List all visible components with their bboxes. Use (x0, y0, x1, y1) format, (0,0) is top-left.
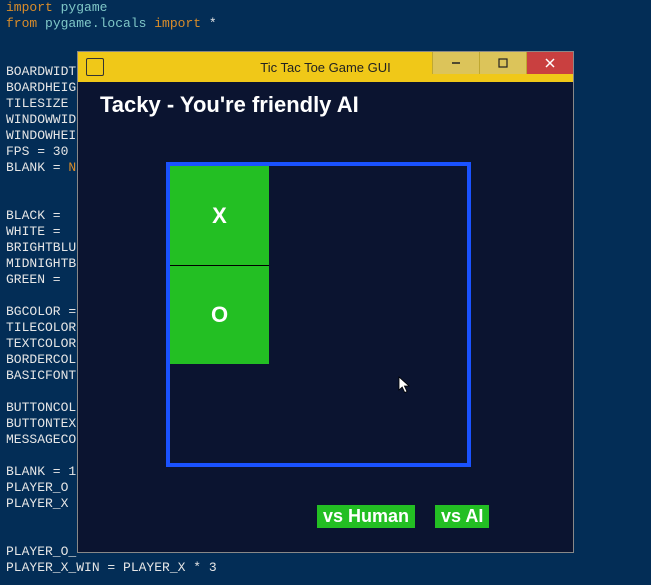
board-cell-1-0[interactable]: O (170, 265, 269, 364)
board-cell-0-1[interactable] (269, 166, 368, 265)
board-cell-1-2[interactable] (368, 265, 467, 364)
game-canvas: Tacky - You're friendly AI X O vs Human … (78, 82, 573, 552)
cell-mark: X (212, 203, 227, 229)
minimize-icon (451, 58, 461, 68)
game-board: X O (166, 162, 471, 467)
maximize-button[interactable] (479, 52, 526, 74)
window-controls (432, 52, 573, 74)
board-divider (170, 265, 269, 266)
cell-mark: O (211, 302, 228, 328)
board-cell-1-1[interactable] (269, 265, 368, 364)
board-cell-0-0[interactable]: X (170, 166, 269, 265)
board-cell-2-1[interactable] (269, 364, 368, 463)
close-icon (545, 58, 555, 68)
app-window: Tic Tac Toe Game GUI Tacky - You're frie… (78, 52, 573, 552)
close-button[interactable] (526, 52, 573, 74)
vs-human-button[interactable]: vs Human (317, 505, 415, 528)
maximize-icon (498, 58, 508, 68)
board-cell-2-2[interactable] (368, 364, 467, 463)
app-icon (86, 58, 104, 76)
titlebar[interactable]: Tic Tac Toe Game GUI (78, 52, 573, 82)
game-heading: Tacky - You're friendly AI (100, 92, 359, 118)
board-cell-0-2[interactable] (368, 166, 467, 265)
vs-ai-button[interactable]: vs AI (435, 505, 489, 528)
board-cell-2-0[interactable] (170, 364, 269, 463)
mode-buttons: vs Human vs AI (317, 505, 489, 528)
minimize-button[interactable] (432, 52, 479, 74)
